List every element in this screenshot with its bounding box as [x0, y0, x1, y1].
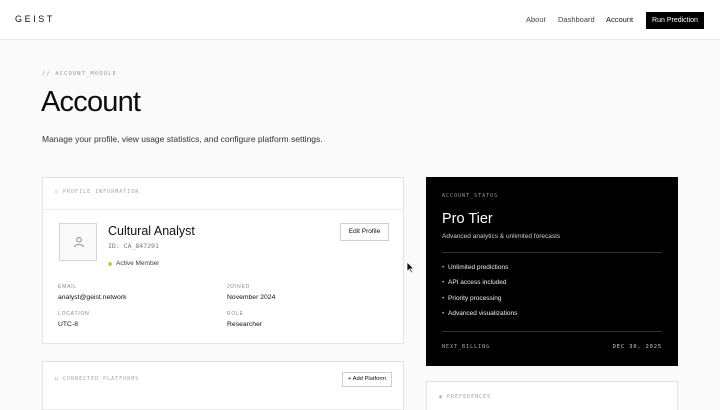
link-icon: ⊔ — [55, 376, 64, 382]
joined-value: November 2024 — [227, 294, 276, 301]
profile-id: ID: CA_847291 — [108, 242, 159, 250]
run-prediction-button[interactable]: Run Prediction — [646, 12, 704, 29]
joined-label: JOINED — [227, 284, 251, 290]
profile-section-label: PROFILE_INFORMATION — [63, 189, 140, 195]
feature-item: • Advanced visualizations — [442, 310, 517, 317]
location-value: UTC-8 — [58, 321, 79, 328]
user-icon: ○ — [55, 189, 64, 195]
role-label: ROLE — [227, 311, 244, 317]
feature-item: • API access included — [442, 279, 507, 286]
feature-label: Advanced visualizations — [448, 310, 518, 317]
edit-profile-button[interactable]: Edit Profile — [340, 223, 389, 241]
user-icon — [74, 237, 84, 248]
nav-link-account[interactable]: Account — [606, 15, 633, 24]
feature-label: Unlimited predictions — [448, 264, 509, 271]
platforms-section-header: ⊔ CONNECTED_PLATFORMS — [55, 376, 139, 382]
brand-logo[interactable]: GEIST — [15, 14, 55, 24]
platforms-section-label: CONNECTED_PLATFORMS — [63, 376, 140, 382]
mouse-cursor-icon — [406, 261, 415, 274]
section-eyebrow: // ACCOUNT_MODULE — [42, 71, 117, 77]
card-divider — [43, 209, 403, 210]
connected-platforms-card: ⊔ CONNECTED_PLATFORMS + Add Platform — [42, 361, 404, 410]
page-title: Account — [41, 86, 141, 118]
status-dot-icon — [108, 262, 112, 266]
location-label: LOCATION — [58, 311, 90, 317]
profile-name: Cultural Analyst — [108, 224, 195, 238]
nav-link-about[interactable]: About — [526, 15, 546, 24]
top-navigation-bar: GEIST About Dashboard Account Run Predic… — [0, 0, 720, 40]
preferences-card: ◉ PREFERENCES — [426, 381, 678, 410]
preferences-section-header: ◉ PREFERENCES — [439, 394, 491, 400]
preferences-section-label: PREFERENCES — [447, 394, 492, 400]
next-billing-date: DEC 30, 2025 — [612, 344, 662, 350]
account-status-card: ACCOUNT_STATUS Pro Tier Advanced analyti… — [426, 177, 678, 366]
profile-section-header: ○ PROFILE_INFORMATION — [55, 189, 139, 195]
email-value: analyst@geist.network — [58, 294, 127, 301]
next-billing-label: NEXT_BILLING — [442, 344, 491, 350]
membership-status: Active Member — [116, 260, 160, 267]
feature-label: API access included — [448, 279, 507, 286]
page-subtitle: Manage your profile, view usage statisti… — [42, 134, 323, 144]
add-platform-button[interactable]: + Add Platform — [342, 372, 392, 387]
settings-icon: ◉ — [439, 394, 448, 400]
status-divider — [442, 252, 662, 253]
role-value: Researcher — [227, 321, 263, 328]
avatar[interactable] — [59, 223, 97, 261]
feature-item: • Unlimited predictions — [442, 264, 508, 271]
status-divider — [442, 331, 662, 332]
feature-item: • Priority processing — [442, 295, 501, 302]
nav-link-dashboard[interactable]: Dashboard — [558, 15, 595, 24]
tier-name: Pro Tier — [442, 211, 493, 227]
tier-description: Advanced analytics & unlimited forecasts — [442, 233, 561, 240]
feature-label: Priority processing — [448, 295, 502, 302]
profile-card: ○ PROFILE_INFORMATION Cultural Analyst I… — [42, 177, 404, 344]
email-label: EMAIL — [58, 284, 78, 290]
account-status-label: ACCOUNT_STATUS — [442, 193, 499, 199]
